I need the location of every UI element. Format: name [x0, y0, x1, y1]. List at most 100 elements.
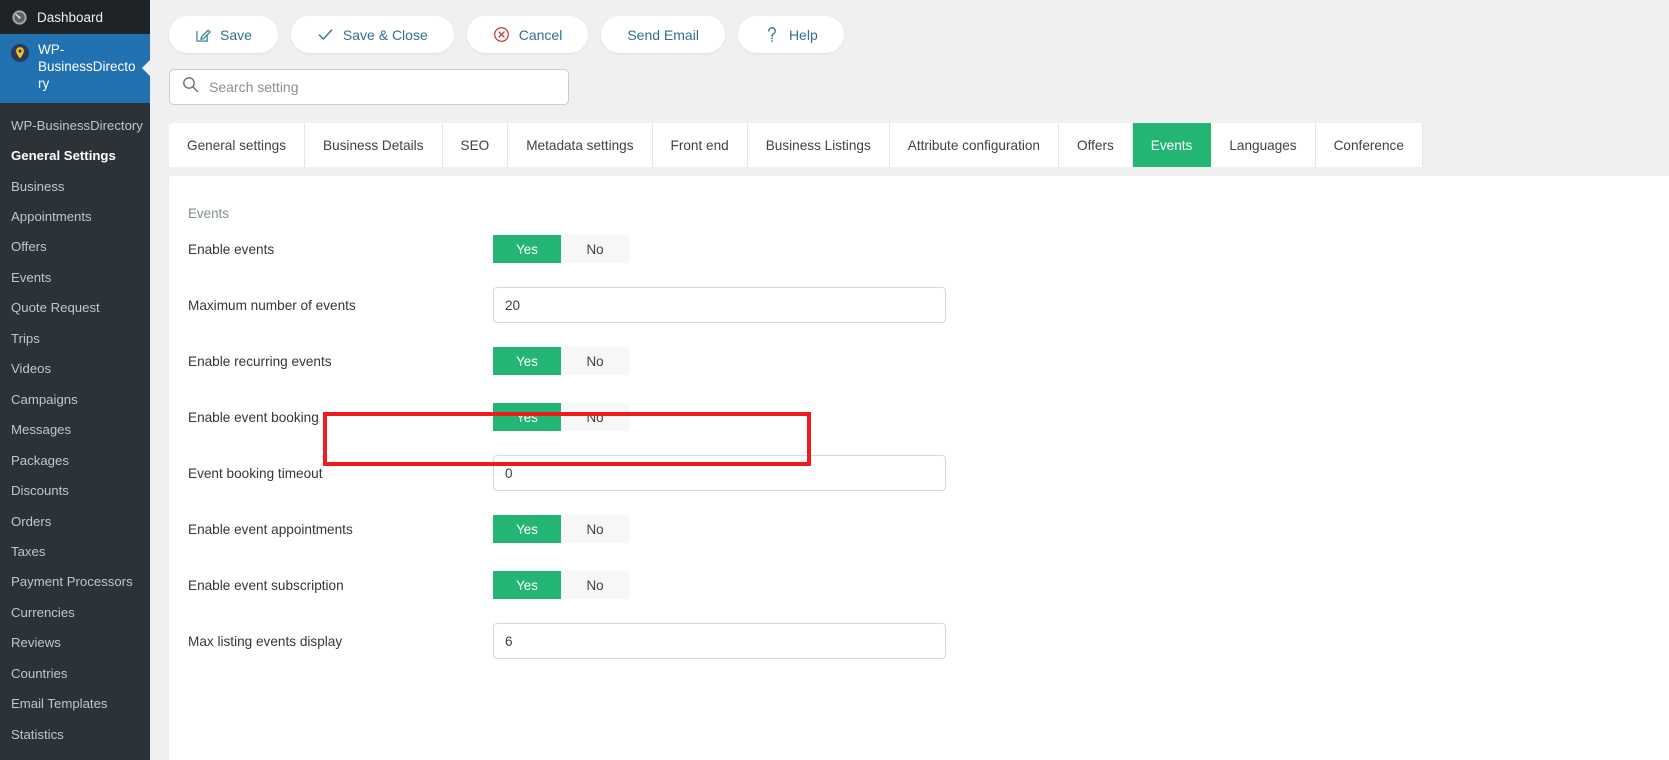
save-button[interactable]: Save	[169, 16, 278, 53]
cancel-circle-icon	[493, 26, 510, 43]
sidebar-item-packages[interactable]: Packages	[0, 446, 150, 476]
sidebar-item-orders[interactable]: Orders	[0, 507, 150, 537]
tab-offers[interactable]: Offers	[1059, 123, 1133, 167]
toggle-group-enable-events: Yes No	[493, 235, 629, 263]
question-mark-icon	[764, 26, 780, 43]
setting-row-enable-recurring-events: Enable recurring events Yes No	[188, 333, 1669, 389]
setting-row-max-listing-events-display: Max listing events display	[188, 613, 1669, 669]
sidebar-item-messages[interactable]: Messages	[0, 415, 150, 445]
toggle-yes-enable-event-booking[interactable]: Yes	[493, 403, 561, 431]
toggle-no-enable-events[interactable]: No	[561, 235, 629, 263]
sidebar-item-wp-businessdirectory[interactable]: WP-BusinessDirectory	[0, 111, 150, 141]
toggle-yes-enable-events[interactable]: Yes	[493, 235, 561, 263]
toolbar-button-label: Cancel	[518, 26, 563, 43]
help-button[interactable]: Help	[737, 16, 844, 53]
sidebar-item-business[interactable]: Business	[0, 172, 150, 202]
setting-label-enable-event-appointments: Enable event appointments	[188, 521, 353, 537]
cancel-button[interactable]: Cancel	[466, 16, 589, 53]
dashboard-icon	[10, 8, 28, 26]
tab-attribute-configuration[interactable]: Attribute configuration	[889, 123, 1059, 167]
toggle-yes-enable-recurring-events[interactable]: Yes	[493, 347, 561, 375]
setting-label-enable-event-subscription: Enable event subscription	[188, 577, 344, 593]
sidebar-item-trips[interactable]: Trips	[0, 324, 150, 354]
setting-label-enable-event-booking: Enable event booking	[188, 409, 319, 425]
sidebar-item-taxes[interactable]: Taxes	[0, 537, 150, 567]
tab-conference[interactable]: Conference	[1315, 123, 1423, 167]
main-content-area: Save Save & Close Cancel Send Email Help Gen…	[150, 0, 1669, 760]
setting-label-enable-events: Enable events	[188, 241, 275, 257]
section-title: Events	[188, 206, 229, 221]
sidebar-item-currencies[interactable]: Currencies	[0, 598, 150, 628]
toolbar-button-label: Save & Close	[342, 26, 428, 43]
settings-panel: Events Enable events Yes No Maximum number …	[169, 176, 1669, 760]
wp-admin-sidebar: Dashboard WP- BusinessDirectory WP-Busines…	[0, 0, 150, 760]
setting-row-enable-event-appointments: Enable event appointments Yes No	[188, 501, 1669, 557]
sidebar-item-appointments[interactable]: Appointments	[0, 202, 150, 232]
input-max-listing-events-display[interactable]	[493, 623, 946, 659]
sidebar-item-payment-processors[interactable]: Payment Processors	[0, 567, 150, 597]
tab-metadata-settings[interactable]: Metadata settings	[508, 123, 653, 167]
settings-tab-bar: General settings Business Details SEO Metad…	[169, 123, 1669, 167]
toggle-no-enable-event-appointments[interactable]: No	[561, 515, 629, 543]
sidebar-active-pointer	[142, 59, 150, 78]
sidebar-top-item-label: WP- BusinessDirectory	[38, 42, 136, 91]
sidebar-top-menu: Dashboard WP- BusinessDirectory	[0, 0, 150, 103]
sidebar-top-item-dashboard[interactable]: Dashboard	[0, 0, 150, 34]
sidebar-item-general-settings[interactable]: General Settings	[0, 141, 150, 171]
toolbar-button-label: Save	[220, 26, 252, 43]
tab-events[interactable]: Events	[1132, 123, 1212, 167]
tab-languages[interactable]: Languages	[1211, 123, 1316, 167]
sidebar-item-countries[interactable]: Countries	[0, 659, 150, 689]
check-icon	[317, 26, 334, 43]
toggle-yes-enable-event-subscription[interactable]: Yes	[493, 571, 561, 599]
toggle-no-enable-event-subscription[interactable]: No	[561, 571, 629, 599]
tab-business-listings[interactable]: Business Listings	[747, 123, 890, 167]
input-event-booking-timeout[interactable]	[493, 455, 946, 491]
sidebar-top-item-label: Dashboard	[37, 9, 104, 25]
search-icon	[182, 76, 199, 98]
save-close-button[interactable]: Save & Close	[290, 16, 454, 53]
setting-row-enable-events: Enable events Yes No	[188, 221, 1669, 277]
sidebar-item-email-templates[interactable]: Email Templates	[0, 689, 150, 719]
input-maximum-number-of-events[interactable]	[493, 287, 946, 323]
sidebar-submenu: WP-BusinessDirectory General Settings Busi…	[0, 102, 150, 760]
toggle-no-enable-recurring-events[interactable]: No	[561, 347, 629, 375]
setting-label-max-listing-events-display: Max listing events display	[188, 633, 343, 649]
tab-seo[interactable]: SEO	[442, 123, 509, 167]
sidebar-item-discounts[interactable]: Discounts	[0, 476, 150, 506]
toggle-group-enable-event-subscription: Yes No	[493, 571, 629, 599]
sidebar-item-offers[interactable]: Offers	[0, 232, 150, 262]
sidebar-item-reviews[interactable]: Reviews	[0, 628, 150, 658]
toggle-group-enable-recurring-events: Yes No	[493, 347, 629, 375]
edit-square-icon	[195, 27, 211, 43]
sidebar-item-campaigns[interactable]: Campaigns	[0, 385, 150, 415]
sidebar-item-events[interactable]: Events	[0, 263, 150, 293]
toggle-group-enable-event-appointments: Yes No	[493, 515, 629, 543]
map-pin-icon	[10, 43, 30, 63]
sidebar-item-quote-request[interactable]: Quote Request	[0, 293, 150, 323]
settings-form: Enable events Yes No Maximum number of even…	[169, 221, 1669, 669]
sidebar-item-reports[interactable]: Reports	[0, 750, 150, 760]
tab-business-details[interactable]: Business Details	[305, 123, 443, 167]
setting-label-enable-recurring-events: Enable recurring events	[188, 353, 332, 369]
setting-row-enable-event-booking: Enable event booking Yes No	[188, 389, 1669, 445]
action-toolbar: Save Save & Close Cancel Send Email Help	[150, 0, 1669, 53]
toggle-yes-enable-event-appointments[interactable]: Yes	[493, 515, 561, 543]
toggle-group-enable-event-booking: Yes No	[493, 403, 629, 431]
search-container	[150, 53, 1669, 105]
tab-front-end[interactable]: Front end	[652, 123, 748, 167]
sidebar-item-statistics[interactable]: Statistics	[0, 720, 150, 750]
sidebar-top-item-wp-businessdirectory[interactable]: WP- BusinessDirectory	[0, 34, 150, 103]
setting-label-event-booking-timeout: Event booking timeout	[188, 465, 323, 481]
toolbar-button-label: Help	[788, 26, 818, 43]
search-input[interactable]	[209, 79, 556, 95]
setting-label-maximum-number-of-events: Maximum number of events	[188, 297, 356, 313]
sidebar-item-videos[interactable]: Videos	[0, 354, 150, 384]
toggle-no-enable-event-booking[interactable]: No	[561, 403, 629, 431]
send-email-button[interactable]: Send Email	[601, 16, 725, 53]
search-box[interactable]	[169, 69, 569, 105]
setting-row-enable-event-subscription: Enable event subscription Yes No	[188, 557, 1669, 613]
tab-general-settings[interactable]: General settings	[169, 123, 305, 167]
toolbar-button-label: Send Email	[627, 26, 699, 43]
setting-row-maximum-number-of-events: Maximum number of events	[188, 277, 1669, 333]
